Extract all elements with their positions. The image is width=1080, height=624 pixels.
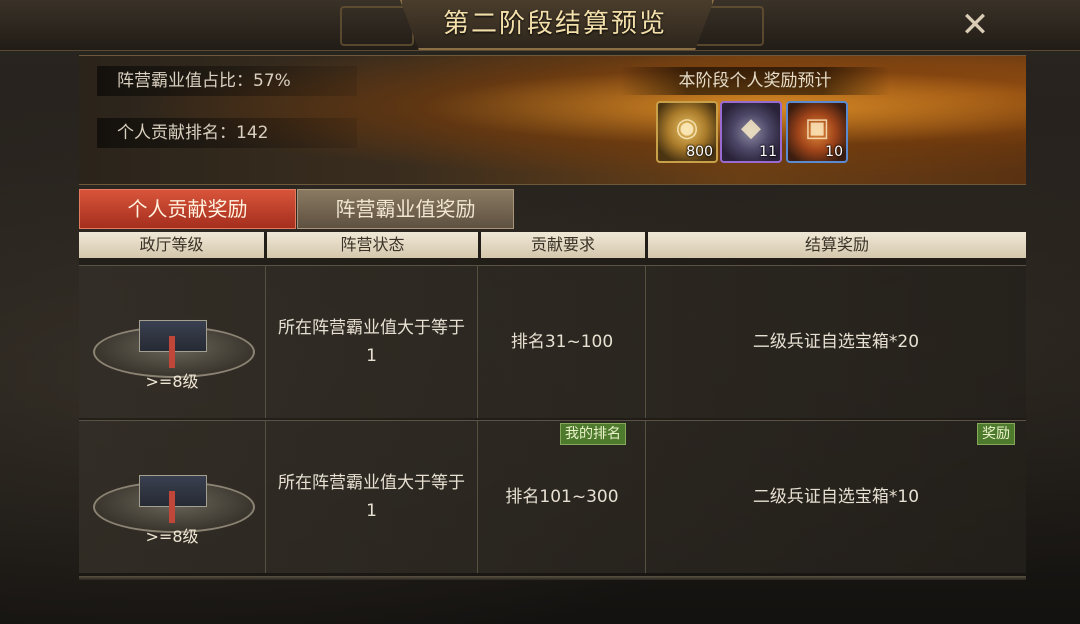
- hall-level-cell: >=8级: [79, 266, 266, 418]
- faction-share-text: 阵营霸业值占比：57%: [97, 66, 357, 96]
- item-quantity: 800: [686, 144, 713, 160]
- iron-ingot-item[interactable]: ◆ 11: [720, 101, 782, 163]
- palace-icon: >=8级: [87, 296, 257, 391]
- reward-preview-title: 本阶段个人奖励预计: [620, 67, 890, 95]
- reward-cell: 二级兵证自选宝箱*20: [752, 332, 920, 352]
- table-row: >=8级 所在阵营霸业值大于等于1 排名101~300 二级兵证自选宝箱*10: [79, 420, 1026, 573]
- header-faction-status: 阵营状态: [267, 232, 478, 258]
- palace-icon: >=8级: [87, 451, 257, 546]
- header-reward: 结算奖励: [648, 232, 1026, 258]
- iron-ingot-icon: ◆: [741, 113, 761, 143]
- faction-status-cell: 所在阵营霸业值大于等于1: [266, 421, 478, 573]
- reward-badge: 奖励: [977, 423, 1015, 445]
- hall-level-text: >=8级: [145, 527, 199, 546]
- reward-cell: 二级兵证自选宝箱*10: [752, 487, 920, 507]
- window-title: 第二阶段结算预览: [442, 9, 667, 39]
- treasure-chest-icon: ▣: [804, 113, 830, 143]
- item-quantity: 10: [825, 144, 843, 160]
- header-hall-level: 政厅等级: [79, 232, 264, 258]
- my-rank-badge: 我的排名: [560, 423, 626, 445]
- table-bottom-edge: [79, 576, 1026, 580]
- header-requirement: 贡献要求: [481, 232, 645, 258]
- gold-coin-item[interactable]: ◉ 800: [656, 101, 718, 163]
- item-quantity: 11: [759, 144, 777, 160]
- tab-personal-contribution[interactable]: 个人贡献奖励: [79, 189, 296, 229]
- hall-level-cell: >=8级: [79, 421, 266, 573]
- requirement-cell: 排名31~100: [479, 266, 646, 418]
- personal-rank-text: 个人贡献排名：142: [97, 118, 357, 148]
- faction-status-cell: 所在阵营霸业值大于等于1: [266, 266, 478, 418]
- gold-coin-icon: ◉: [675, 113, 699, 143]
- close-icon[interactable]: ✕: [956, 6, 994, 44]
- tab-faction-reward[interactable]: 阵营霸业值奖励: [297, 189, 514, 229]
- treasure-chest-item[interactable]: ▣ 10: [786, 101, 848, 163]
- hall-level-text: >=8级: [145, 372, 199, 391]
- table-row: >=8级 所在阵营霸业值大于等于1 排名31~100 二级兵证自选宝箱*20: [79, 265, 1026, 418]
